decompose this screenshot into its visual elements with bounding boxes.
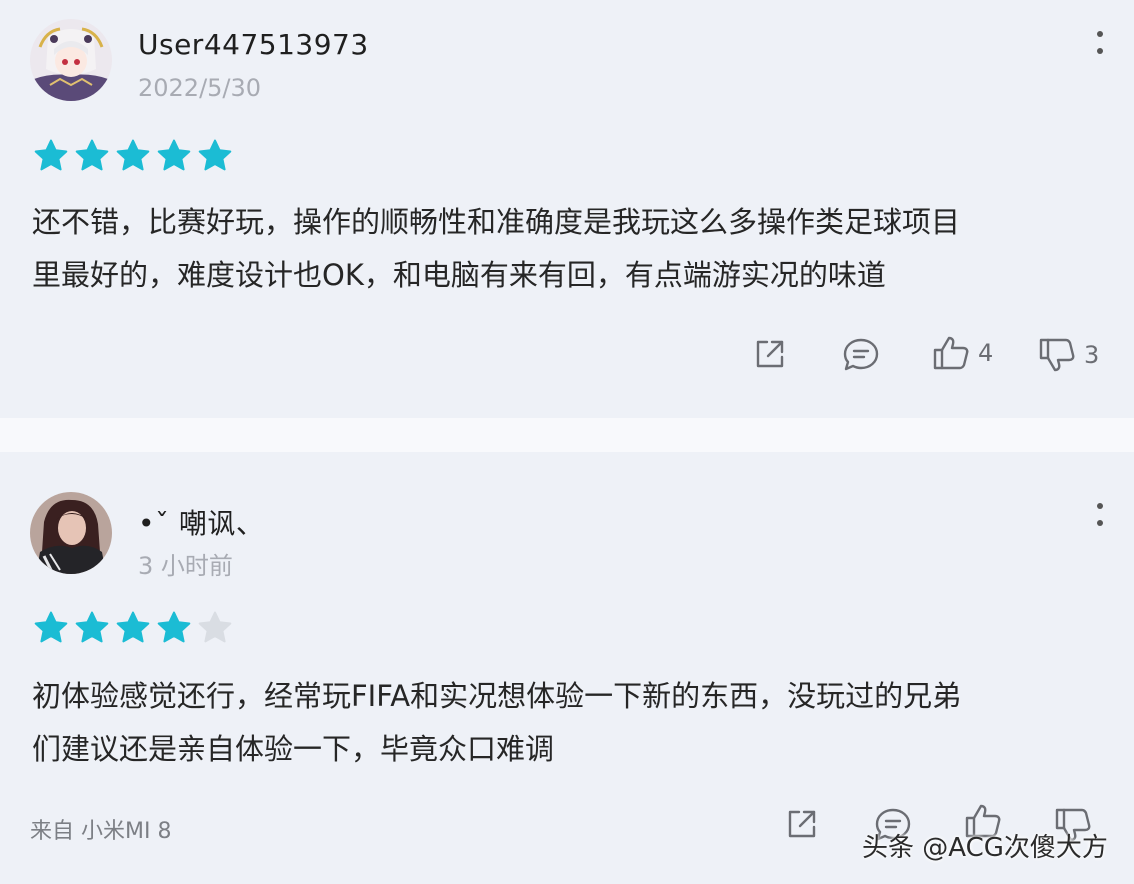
review-date: 3 小时前 — [138, 552, 233, 580]
star-icon — [74, 138, 110, 174]
more-vertical-icon — [1097, 30, 1103, 37]
star-icon — [33, 138, 69, 174]
review-text-line: 初体验感觉还行，经常玩FIFA和实况想体验一下新的东西，没玩过的兄弟 — [32, 679, 962, 713]
device-info: 来自 小米MI 8 — [30, 819, 172, 844]
avatar[interactable] — [30, 492, 112, 574]
review-text-line: 们建议还是亲自体验一下，毕竟众口难调 — [32, 732, 555, 766]
star-rating — [33, 610, 233, 646]
review-date: 2022/5/30 — [138, 74, 262, 102]
review-text: 还不错，比赛好玩，操作的顺畅性和准确度是我玩这么多操作类足球项目 里最好的，难度… — [32, 196, 1112, 302]
watermark: 头条 @ACG次傻大方 — [862, 833, 1108, 863]
thumbs-down-icon — [1038, 336, 1076, 374]
like-count: 4 — [978, 339, 994, 367]
review-text: 初体验感觉还行，经常玩FIFA和实况想体验一下新的东西，没玩过的兄弟 们建议还是… — [32, 670, 1112, 776]
share-button[interactable] — [752, 336, 788, 372]
review-text-line: 里最好的，难度设计也OK，和电脑有来有回，有点端游实况的味道 — [32, 258, 886, 292]
share-icon — [752, 336, 788, 372]
share-button[interactable] — [784, 806, 820, 842]
like-button[interactable]: 4 — [932, 334, 993, 372]
share-icon — [784, 806, 820, 842]
star-icon — [197, 138, 233, 174]
star-icon — [74, 610, 110, 646]
star-rating — [33, 138, 233, 174]
star-icon — [156, 610, 192, 646]
dislike-count: 3 — [1084, 341, 1100, 369]
star-icon — [115, 610, 151, 646]
star-icon — [156, 138, 192, 174]
card-divider — [0, 418, 1134, 452]
more-options-button[interactable] — [1086, 494, 1114, 534]
star-icon — [115, 138, 151, 174]
star-icon — [197, 610, 233, 646]
review-card: User447513973 2022/5/30 还不错，比赛好玩，操作的顺畅性和… — [0, 0, 1134, 418]
username[interactable]: •ˇ 嘲讽、 — [138, 502, 264, 542]
comment-button[interactable] — [842, 336, 880, 372]
more-vertical-icon — [1097, 502, 1103, 509]
thumbs-up-icon — [932, 334, 970, 372]
dislike-button[interactable]: 3 — [1038, 336, 1099, 374]
username[interactable]: User447513973 — [138, 28, 369, 61]
more-options-button[interactable] — [1086, 22, 1114, 62]
comment-icon — [842, 336, 880, 372]
star-icon — [33, 610, 69, 646]
avatar[interactable] — [30, 19, 112, 101]
review-text-line: 还不错，比赛好玩，操作的顺畅性和准确度是我玩这么多操作类足球项目 — [32, 205, 961, 239]
